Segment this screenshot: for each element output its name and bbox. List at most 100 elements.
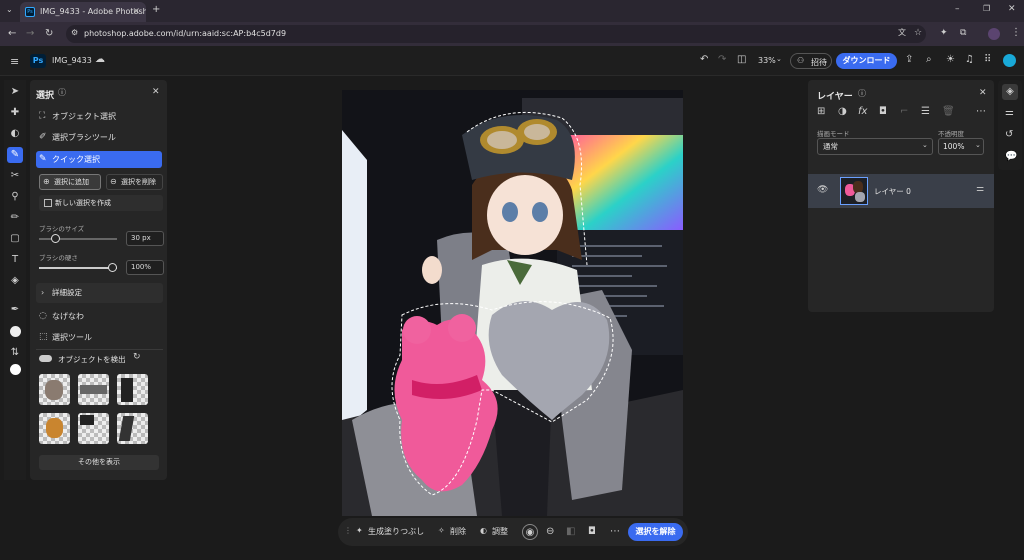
browser-tab[interactable]: Ps IMG_9433 - Adobe Photoshop ✕ (20, 2, 146, 22)
history-icon[interactable]: ↺ (1005, 130, 1013, 140)
subtract-selection-button[interactable]: ⊖ 選択を削除 (106, 174, 163, 190)
subtract-icon[interactable]: ⊖ (546, 527, 554, 537)
lightbulb-icon[interactable]: ☀ (946, 55, 955, 65)
profile-icon[interactable] (988, 28, 1000, 40)
translate-icon[interactable]: 文 (898, 29, 906, 37)
new-tab-icon[interactable]: + (152, 5, 160, 15)
advanced-settings-row[interactable]: › 詳細設定 (36, 283, 163, 303)
remove-button[interactable]: ✧ 削除 (436, 524, 466, 540)
bell-icon[interactable]: ♫ (965, 55, 974, 65)
adjustment-layer-icon[interactable]: ◑ (838, 107, 847, 117)
adjust-icon[interactable]: ◐ (7, 126, 23, 142)
redo-icon[interactable]: ↷ (718, 55, 726, 65)
fx-icon[interactable]: fx (858, 107, 867, 117)
shape-tool-icon[interactable]: ▢ (7, 231, 23, 247)
quick-select-tool-icon[interactable]: ✎ (7, 147, 23, 163)
new-selection-row[interactable]: 新しい選択を作成 (39, 195, 163, 211)
minimize-icon[interactable]: – (955, 5, 960, 14)
object-thumbnail[interactable] (117, 374, 148, 405)
mask-icon[interactable]: ◘ (879, 107, 887, 117)
layers-icon[interactable]: ◈ (1002, 84, 1018, 100)
add-to-selection-button[interactable]: ⊕ 選択に追加 (39, 174, 101, 190)
object-thumbnail[interactable] (78, 413, 109, 444)
url-field[interactable]: ⚙ photoshop.adobe.com/id/urn:aaid:sc:AP:… (66, 25, 926, 43)
opacity-input[interactable]: 100% ⌄ (938, 138, 984, 155)
clip-icon[interactable]: ⌐ (900, 107, 908, 117)
search-icon[interactable]: ⌕ (926, 55, 932, 65)
puzzle-icon[interactable]: ⧉ (960, 29, 966, 38)
more-options-icon[interactable]: ⋯ (610, 527, 620, 537)
back-icon[interactable]: ← (8, 29, 16, 39)
refresh-icon[interactable]: ↻ (133, 353, 141, 362)
brush-tool-icon[interactable]: ✏ (7, 210, 23, 226)
info-icon[interactable]: ⓘ (858, 90, 866, 98)
subject-select-icon[interactable]: ◉ (522, 524, 538, 540)
text-tool-icon[interactable]: T (7, 252, 23, 268)
layer-row[interactable]: 👁 レイヤー 0 ⚌ (808, 174, 994, 208)
brush-size-knob[interactable] (51, 234, 60, 243)
healing-tool-icon[interactable]: ✂ (7, 168, 23, 184)
deselect-button[interactable]: 選択を解除 (628, 523, 683, 541)
drag-handle-icon[interactable]: ⋮ (344, 527, 352, 535)
hamburger-menu-icon[interactable]: ≡ (10, 56, 19, 67)
hardness-input[interactable]: 100% (126, 260, 164, 275)
object-thumbnail[interactable] (39, 374, 70, 405)
fill-tool-icon[interactable]: ◈ (7, 273, 23, 289)
add-layer-icon[interactable]: ⊞ (817, 107, 825, 117)
window-close-icon[interactable]: ✕ (1008, 5, 1016, 14)
object-thumbnail[interactable] (117, 413, 148, 444)
layer-properties-icon[interactable]: ⚌ (976, 185, 984, 194)
menu-icon[interactable]: ⋮ (1011, 28, 1021, 38)
extension-icon[interactable]: ✦ (940, 29, 948, 38)
blend-mode-select[interactable]: 通常 ⌄ (817, 138, 933, 155)
forward-icon[interactable]: → (26, 29, 34, 39)
adjustments-icon[interactable]: ⚌ (1005, 108, 1014, 118)
user-avatar[interactable] (1003, 54, 1016, 67)
eyedropper-icon[interactable]: ✒ (7, 302, 23, 318)
move-tool-icon[interactable]: ➤ (7, 84, 23, 100)
stack-icon[interactable]: ☰ (921, 107, 930, 117)
share-icon[interactable]: ⇪ (905, 55, 913, 65)
clone-tool-icon[interactable]: ⚲ (7, 189, 23, 205)
restore-icon[interactable]: ❐ (983, 5, 990, 13)
adjust-button[interactable]: ◐ 調整 (478, 524, 508, 540)
invert-icon[interactable]: ◧ (566, 527, 575, 537)
hardness-knob[interactable] (108, 263, 117, 272)
object-thumbnail[interactable] (39, 413, 70, 444)
star-icon[interactable]: ☆ (914, 29, 922, 38)
generative-fill-button[interactable]: ✦ 生成塗りつぶし (354, 524, 424, 540)
object-select-item[interactable]: ⛶ オブジェクト選択 (36, 108, 162, 125)
brush-size-input[interactable]: 30 px (126, 231, 164, 246)
more-options-icon[interactable]: ⋯ (976, 107, 986, 117)
swap-colors-icon[interactable]: ⇅ (7, 345, 23, 361)
lasso-item[interactable]: ◌ なげなわ (36, 308, 162, 325)
tab-close-icon[interactable]: ✕ (132, 2, 140, 22)
quick-select-item[interactable]: ✎ クイック選択 (36, 151, 162, 168)
invite-button[interactable]: ⚇ 招待 (790, 53, 832, 69)
checkbox-icon[interactable] (44, 199, 52, 207)
panel-close-icon[interactable]: ✕ (152, 88, 160, 97)
tab-search-icon[interactable]: ⌄ (6, 6, 13, 14)
zoom-level[interactable]: 33% (758, 56, 776, 65)
add-image-icon[interactable]: ✚ (7, 105, 23, 121)
hardness-slider[interactable] (39, 267, 117, 269)
mask-icon[interactable]: ◘ (588, 527, 596, 537)
reload-icon[interactable]: ↻ (45, 29, 53, 39)
show-more-button[interactable]: その他を表示 (39, 455, 159, 470)
visibility-eye-icon[interactable]: 👁 (817, 186, 828, 195)
background-color-icon[interactable] (7, 364, 23, 380)
compare-icon[interactable]: ◫ (737, 55, 746, 65)
zoom-dropdown-icon[interactable]: ⌄ (776, 56, 782, 63)
object-thumbnail[interactable] (78, 374, 109, 405)
document-canvas[interactable] (342, 90, 683, 516)
panel-close-icon[interactable]: ✕ (979, 89, 987, 98)
brush-select-item[interactable]: ✐ 選択ブラシツール (36, 129, 162, 146)
trash-icon[interactable]: 🗑 (942, 107, 955, 117)
undo-icon[interactable]: ↶ (700, 55, 708, 65)
apps-grid-icon[interactable]: ⠿ (984, 55, 991, 65)
site-info-icon[interactable]: ⚙ (71, 29, 78, 37)
info-icon[interactable]: ⓘ (58, 89, 66, 97)
foreground-color-icon[interactable] (7, 326, 23, 342)
comments-icon[interactable]: 💬 (1005, 152, 1017, 162)
download-button[interactable]: ダウンロード (836, 53, 897, 69)
